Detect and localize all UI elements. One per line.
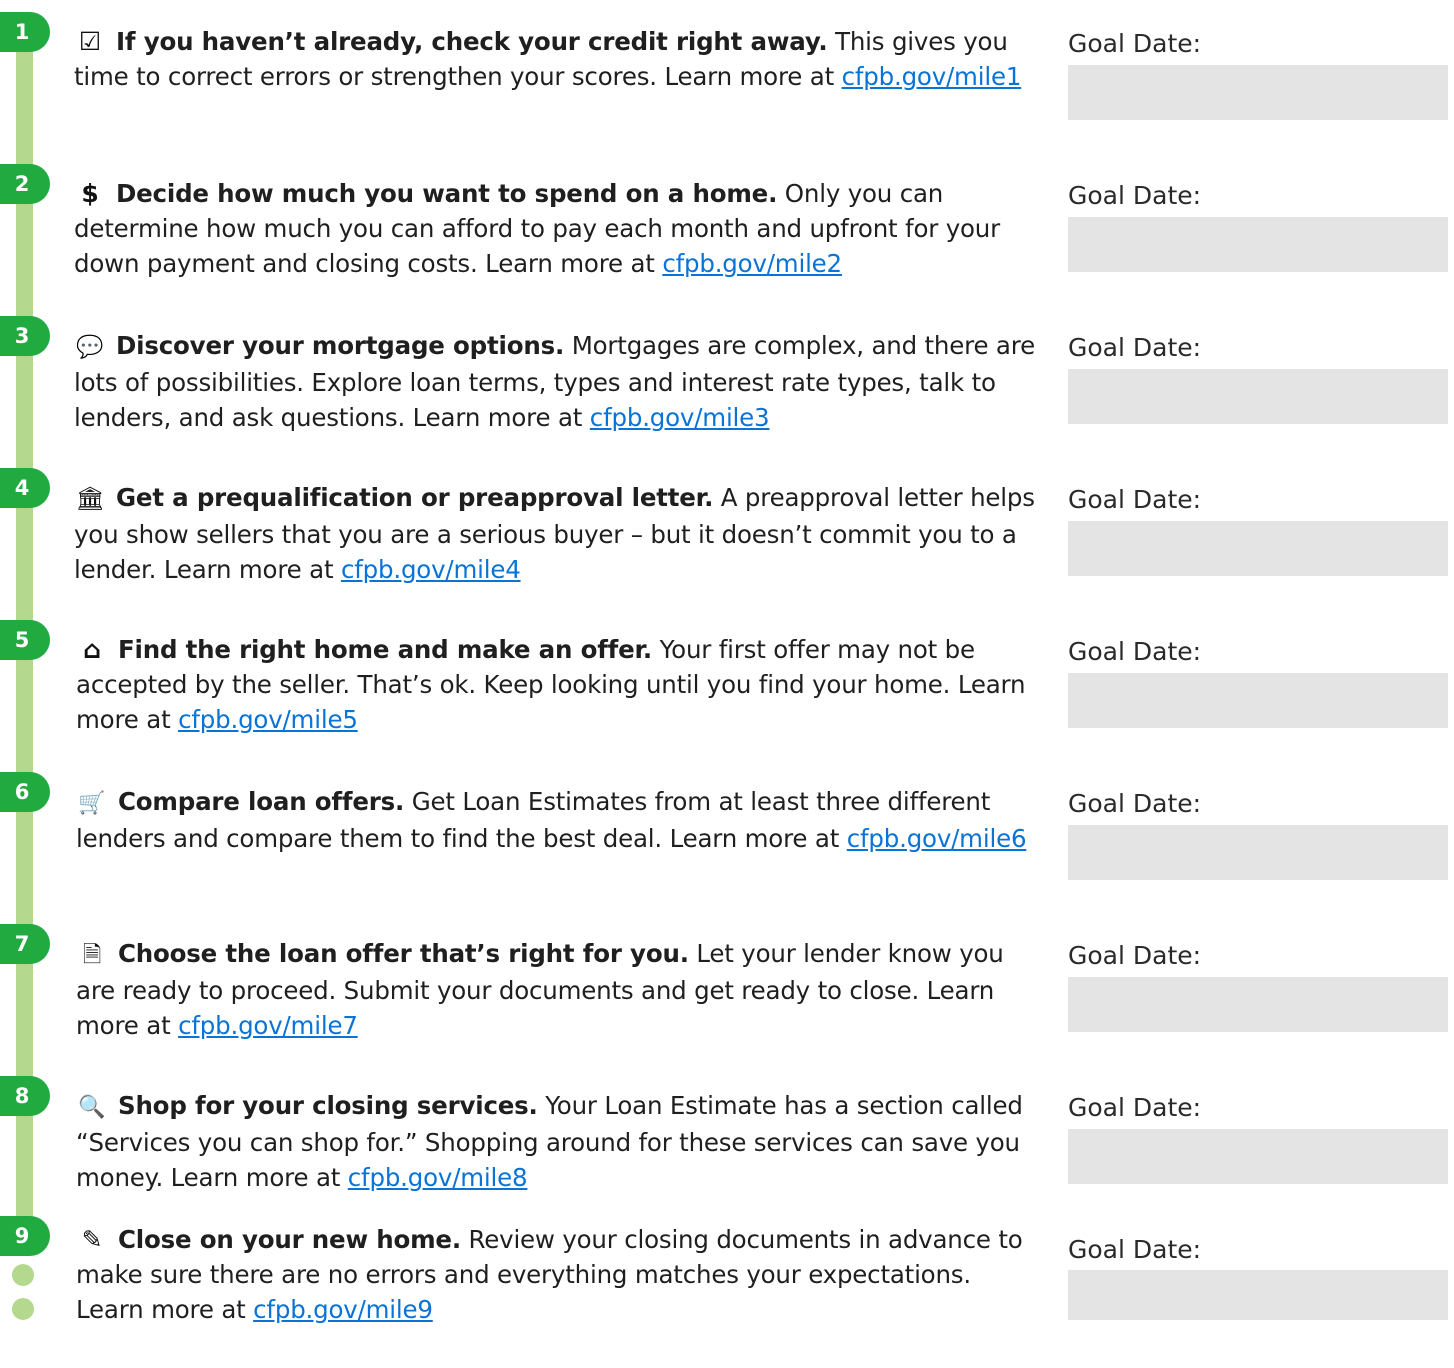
milestone-text: 🏛 Get a prequalification or preapproval l… (74, 480, 1042, 587)
learn-more-link[interactable]: cfpb.gov/mile2 (662, 249, 842, 278)
milestone-title: Choose the loan offer that’s right for y… (118, 939, 689, 968)
milestone-title: If you haven’t already, check your credi… (116, 27, 828, 56)
milestone-1: 1 ☑ If you haven’t already, check your cr… (0, 12, 1454, 164)
milestone-8: 8 🔍 Shop for your closing services. Your … (0, 1076, 1454, 1228)
milestone-title: Find the right home and make an offer. (118, 635, 653, 664)
goal-date-label: Goal Date: (1068, 485, 1202, 514)
milestone-text: 💬 Discover your mortgage options. Mortgag… (74, 328, 1042, 435)
document-icon: 🗎 (82, 942, 102, 968)
step-number-badge: 2 (0, 164, 50, 204)
milestone-text: $ Decide how much you want to spend on a … (74, 176, 1042, 281)
goal-date-label: Goal Date: (1068, 1235, 1202, 1264)
goal-date-label: Goal Date: (1068, 29, 1202, 58)
step-number-badge: 4 (0, 468, 50, 508)
goal-date-label: Goal Date: (1068, 1093, 1202, 1122)
learn-more-link[interactable]: cfpb.gov/mile7 (178, 1011, 358, 1040)
step-number-badge: 7 (0, 924, 50, 964)
milestone-title: Decide how much you want to spend on a h… (116, 179, 778, 208)
shopping-cart-icon: 🛒 (78, 791, 106, 816)
milestone-text: ⌂ Find the right home and make an offer. … (76, 632, 1044, 737)
magnifier-icon: 🔍 (78, 1095, 106, 1120)
goal-date-label: Goal Date: (1068, 941, 1202, 970)
goal-date-field[interactable] (1068, 1129, 1448, 1184)
learn-more-link[interactable]: cfpb.gov/mile8 (348, 1163, 528, 1192)
bank-icon: 🏛 (75, 486, 105, 512)
goal-date-field[interactable] (1068, 369, 1448, 424)
step-number-badge: 6 (0, 772, 50, 812)
milestone-text: ✎ Close on your new home. Review your clo… (76, 1222, 1044, 1327)
milestone-2: 2 $ Decide how much you want to spend on … (0, 164, 1454, 316)
milestone-text: 🔍 Shop for your closing services. Your Lo… (76, 1088, 1044, 1195)
learn-more-link[interactable]: cfpb.gov/mile1 (842, 62, 1022, 91)
milestone-title: Shop for your closing services. (118, 1091, 538, 1120)
goal-date-label: Goal Date: (1068, 181, 1202, 210)
step-number-badge: 8 (0, 1076, 50, 1116)
goal-date-field[interactable] (1068, 825, 1448, 880)
step-number-badge: 5 (0, 620, 50, 660)
pencil-icon: ✎ (81, 1225, 103, 1254)
milestone-4: 4 🏛 Get a prequalification or preapproval… (0, 468, 1454, 620)
goal-date-field[interactable] (1068, 217, 1448, 272)
milestone-title: Get a prequalification or preapproval le… (116, 483, 714, 512)
milestone-title: Close on your new home. (118, 1225, 461, 1254)
milestone-9: 9 ✎ Close on your new home. Review your c… (0, 1216, 1454, 1368)
milestone-text: ☑ If you haven’t already, check your cred… (74, 24, 1042, 94)
speech-bubbles-icon: 💬 (76, 335, 104, 360)
step-number-badge: 3 (0, 316, 50, 356)
milestone-3: 3 💬 Discover your mortgage options. Mortg… (0, 316, 1454, 468)
learn-more-link[interactable]: cfpb.gov/mile6 (847, 824, 1027, 853)
dollar-icon: $ (81, 179, 99, 208)
learn-more-link[interactable]: cfpb.gov/mile4 (341, 555, 521, 584)
milestone-5: 5 ⌂ Find the right home and make an offer… (0, 620, 1454, 772)
goal-date-field[interactable] (1068, 977, 1448, 1032)
milestone-text: 🛒 Compare loan offers. Get Loan Estimates… (76, 784, 1044, 856)
step-number-badge: 9 (0, 1216, 50, 1256)
milestone-title: Compare loan offers. (118, 787, 405, 816)
goal-date-label: Goal Date: (1068, 637, 1202, 666)
milestone-7: 7 🗎 Choose the loan offer that’s right fo… (0, 924, 1454, 1076)
goal-date-field[interactable] (1068, 1270, 1448, 1320)
step-number-badge: 1 (0, 12, 50, 52)
goal-date-label: Goal Date: (1068, 789, 1202, 818)
house-icon: ⌂ (83, 635, 101, 664)
checklist-icon: ☑ (78, 27, 102, 56)
goal-date-field[interactable] (1068, 521, 1448, 576)
milestone-6: 6 🛒 Compare loan offers. Get Loan Estimat… (0, 772, 1454, 924)
milestone-text: 🗎 Choose the loan offer that’s right for … (76, 936, 1044, 1043)
goal-date-label: Goal Date: (1068, 333, 1202, 362)
milestone-title: Discover your mortgage options. (116, 331, 565, 360)
goal-date-field[interactable] (1068, 673, 1448, 728)
goal-date-field[interactable] (1068, 65, 1448, 120)
learn-more-link[interactable]: cfpb.gov/mile5 (178, 705, 358, 734)
learn-more-link[interactable]: cfpb.gov/mile3 (590, 403, 770, 432)
